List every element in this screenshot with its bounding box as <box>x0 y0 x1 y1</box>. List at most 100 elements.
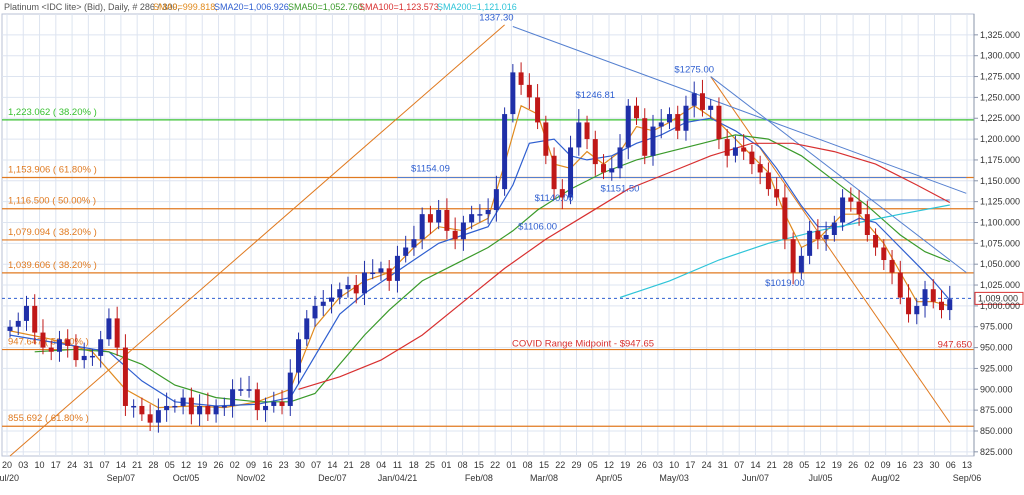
candle-body <box>881 247 887 261</box>
x-day-label: 26 <box>637 460 647 470</box>
y-tick-label: 1,050.000 <box>980 259 1020 269</box>
candle-body <box>221 405 227 408</box>
x-day-label: 19 <box>832 460 842 470</box>
x-day-label: 08 <box>458 460 468 470</box>
y-tick-label: 1,025.000 <box>980 280 1020 290</box>
candle-body <box>386 268 392 281</box>
x-day-label: 12 <box>181 460 191 470</box>
candle-body <box>477 214 483 216</box>
x-day-label: 21 <box>344 460 354 470</box>
y-tick-label: 950.000 <box>980 343 1013 353</box>
x-day-label: 05 <box>588 460 598 470</box>
candle-body <box>526 84 532 98</box>
candle-body <box>856 201 862 215</box>
candle-body <box>56 339 62 352</box>
price-annotation: $1106.00 <box>518 221 557 232</box>
y-tick-label: 825.000 <box>980 447 1013 457</box>
x-day-label: 04 <box>376 460 386 470</box>
x-day-label: 12 <box>816 460 826 470</box>
candle-body <box>510 72 516 115</box>
candle-body <box>741 147 747 152</box>
candle-body <box>254 389 260 411</box>
candle-body <box>897 272 903 298</box>
x-day-label: 16 <box>897 460 907 470</box>
candle-body <box>296 339 302 373</box>
y-tick-label: 1,075.000 <box>980 238 1020 248</box>
price-annotation: $1151.50 <box>601 184 640 195</box>
y-tick-label: 925.000 <box>980 363 1013 373</box>
candle-body <box>683 105 689 131</box>
x-day-label: 03 <box>653 460 663 470</box>
x-day-label: 02 <box>230 460 240 470</box>
candle-body <box>180 397 186 406</box>
x-day-label: 01 <box>441 460 451 470</box>
x-day-label: 26 <box>214 460 224 470</box>
candle-body <box>724 139 730 156</box>
candle-body <box>23 305 29 321</box>
candle-body <box>939 301 945 311</box>
candle-body <box>403 247 409 256</box>
candle-body <box>699 93 705 110</box>
candle-body <box>765 172 771 190</box>
candle-body <box>749 151 755 165</box>
x-day-label: 03 <box>18 460 28 470</box>
x-day-label: 10 <box>669 460 679 470</box>
y-tick-label: 1,250.000 <box>980 92 1020 102</box>
x-day-label: 25 <box>425 460 435 470</box>
candle-body <box>230 389 236 406</box>
candle-body <box>609 168 615 173</box>
candle-body <box>592 139 598 165</box>
candle-body <box>65 339 71 346</box>
sma100-readout: SMA100=1,123.573, <box>359 2 441 12</box>
y-tick-label: 1,125.000 <box>980 197 1020 207</box>
chart-header: Platinum <IDC lite> (Bid), Daily, # 286 … <box>4 2 517 12</box>
candle-body <box>642 118 648 156</box>
sma20-readout: SMA20=1,006.926, <box>214 2 291 12</box>
x-day-label: 11 <box>393 460 402 470</box>
x-day-label: 28 <box>148 460 158 470</box>
candle-body <box>782 197 788 240</box>
x-day-label: 29 <box>571 460 581 470</box>
candle-body <box>419 214 425 240</box>
candle-body <box>625 105 631 148</box>
candle-body <box>15 320 21 327</box>
candle-body <box>790 239 796 273</box>
x-day-label: 17 <box>51 460 61 470</box>
x-day-label: 31 <box>83 460 93 470</box>
y-tick-label: 1,100.000 <box>980 217 1020 227</box>
x-day-label: 23 <box>279 460 289 470</box>
candle-body <box>650 126 656 156</box>
x-day-label: 07 <box>734 460 744 470</box>
x-day-label: 07 <box>100 460 110 470</box>
x-day-label: 28 <box>783 460 793 470</box>
candle-body <box>73 345 79 361</box>
x-day-label: 19 <box>197 460 207 470</box>
x-day-label: 14 <box>116 460 126 470</box>
x-day-label: 13 <box>962 460 972 470</box>
x-day-label: 30 <box>929 460 939 470</box>
x-day-label: 01 <box>506 460 516 470</box>
x-day-label: 06 <box>946 460 956 470</box>
candle-body <box>197 405 203 415</box>
price-annotation: $1140.00 <box>535 193 574 204</box>
candle-body <box>914 305 920 315</box>
candle-body <box>551 155 557 190</box>
candle-body <box>81 355 87 361</box>
y-axis: 825.000 850.000 875.000 900.000 925.000 950.0… <box>973 14 1020 457</box>
sma9-readout: SMA9=999.818, <box>153 2 218 12</box>
candle-body <box>823 235 829 240</box>
x-month-label: Nov/02 <box>237 473 266 483</box>
x-month-label: Sep/07 <box>107 473 136 483</box>
candle-body <box>89 355 95 358</box>
candle-body <box>444 209 450 231</box>
candle-body <box>337 289 343 298</box>
candle-body <box>691 93 697 106</box>
candle-body <box>634 105 640 119</box>
x-day-label: 17 <box>685 460 695 470</box>
candle-body <box>238 389 244 391</box>
candle-body <box>840 197 846 223</box>
candle-body <box>287 372 293 406</box>
price-annotation: $1275.00 <box>674 65 714 76</box>
price-annotation: $1019.00 <box>765 278 805 289</box>
candle-body <box>848 197 854 202</box>
